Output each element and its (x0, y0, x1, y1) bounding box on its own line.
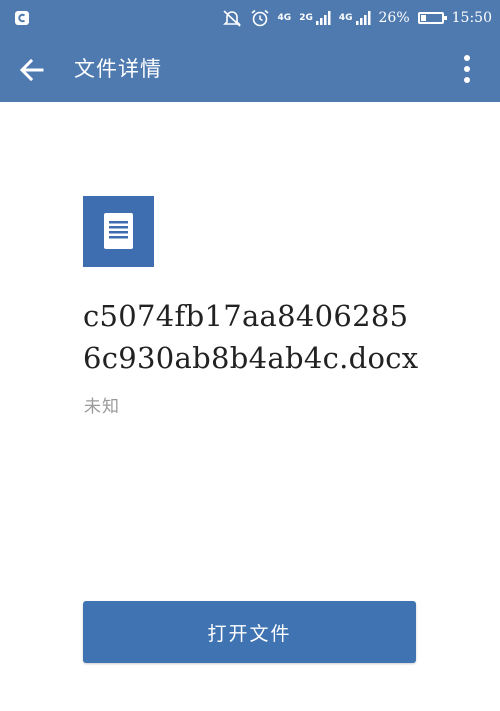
status-bar: 4G 2G 4G 26% 15:50 (0, 0, 500, 36)
network-2: 4G (339, 10, 371, 26)
clock: 15:50 (451, 10, 492, 26)
open-file-button[interactable]: 打开文件 (83, 601, 416, 663)
battery-icon (417, 12, 447, 24)
file-name: c5074fb17aa84062856c930ab8b4ab4c.docx (83, 299, 419, 375)
more-options-button[interactable] (452, 51, 482, 87)
status-icons: 4G 2G 4G 26% 15:50 (222, 7, 492, 29)
document-icon (104, 213, 133, 249)
file-size: 未知 (84, 397, 120, 417)
battery-percent: 26% (378, 10, 410, 26)
alarm-icon (251, 9, 269, 27)
more-vertical-icon (464, 55, 470, 83)
network-1: 2G (299, 10, 331, 26)
network-1-label: 2G (299, 12, 313, 23)
page-title: 文件详情 (74, 57, 162, 81)
app-bar: 文件详情 (0, 36, 500, 102)
app-shield-icon (15, 11, 29, 25)
network-2-label: 4G (338, 12, 353, 23)
arrow-left-icon (19, 58, 44, 82)
mute-notification-icon (222, 10, 241, 27)
file-type-icon (83, 196, 154, 267)
back-button[interactable] (14, 52, 50, 88)
signal-icon (315, 11, 331, 25)
volte-indicator: 4G (277, 12, 292, 23)
battery-level (420, 15, 426, 21)
signal-icon (355, 11, 371, 25)
volte-label: 4G (277, 12, 292, 23)
